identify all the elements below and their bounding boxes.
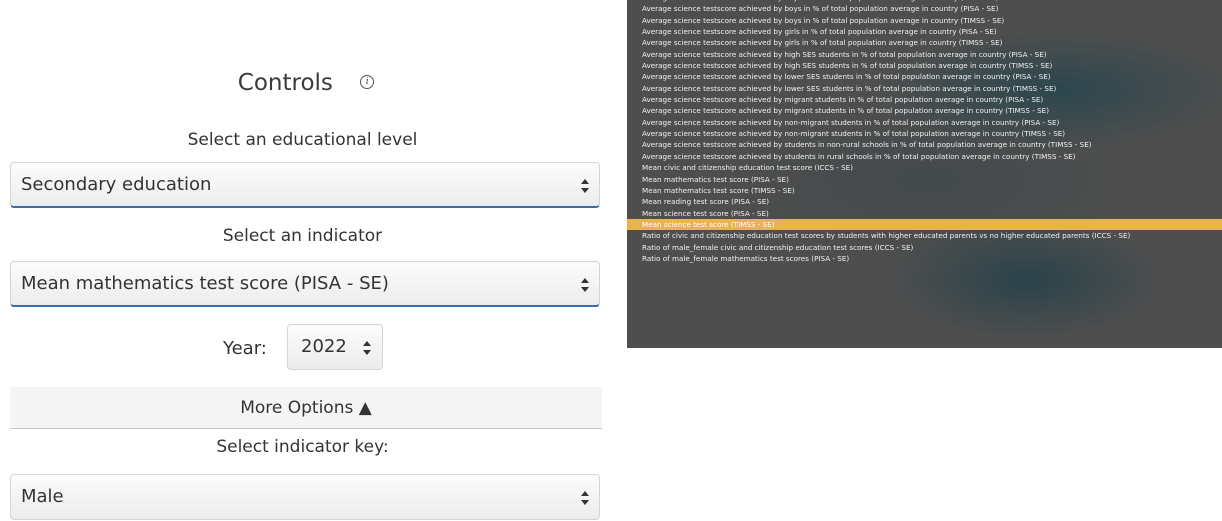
- dropdown-option[interactable]: Average science testscore achieved by bo…: [627, 15, 1222, 26]
- dropdown-option[interactable]: Average science testscore achieved by gi…: [627, 26, 1222, 37]
- select-arrows-icon: [581, 278, 591, 292]
- dropdown-option[interactable]: Average science testscore achieved by st…: [627, 151, 1222, 162]
- controls-panel: Controls i Select an educational level S…: [0, 0, 612, 521]
- info-icon[interactable]: i: [360, 74, 375, 89]
- dropdown-option[interactable]: Average science testscore achieved by mi…: [627, 105, 1222, 116]
- controls-title: Controls: [237, 70, 333, 96]
- dropdown-option[interactable]: Ratio of male_female mathematics test sc…: [627, 253, 1222, 264]
- indicator-select[interactable]: Mean mathematics test score (PISA - SE): [10, 261, 600, 307]
- select-arrows-icon: [363, 341, 373, 355]
- dropdown-option[interactable]: Average science testscore achieved by hi…: [627, 60, 1222, 71]
- dropdown-option[interactable]: Average science testscore achieved by no…: [627, 128, 1222, 139]
- dropdown-option[interactable]: Average science testscore achieved by hi…: [627, 49, 1222, 60]
- dropdown-option[interactable]: Mean mathematics test score (TIMSS - SE): [627, 185, 1222, 196]
- indicator-key-select[interactable]: Male: [10, 474, 600, 520]
- dropdown-option[interactable]: Average science testscore achieved by gi…: [627, 37, 1222, 48]
- level-select-value: Secondary education: [21, 174, 212, 195]
- dropdown-option[interactable]: Average science testscore achieved by mi…: [627, 94, 1222, 105]
- dropdown-option[interactable]: Mean science test score (PISA - SE): [627, 208, 1222, 219]
- select-arrows-icon: [581, 491, 591, 505]
- indicator-key-select-value: Male: [21, 486, 64, 507]
- indicator-key-label: Select indicator key:: [216, 437, 389, 457]
- dropdown-option[interactable]: Mean mathematics test score (PISA - SE): [627, 174, 1222, 185]
- indicator-label: Select an indicator: [222, 226, 383, 246]
- indicator-select-value: Mean mathematics test score (PISA - SE): [21, 273, 389, 294]
- indicator-dropdown-menu: Average science testscore achieved by bo…: [627, 0, 1222, 348]
- dropdown-option[interactable]: Average science testscore achieved by no…: [627, 117, 1222, 128]
- year-label: Year:: [223, 338, 267, 359]
- dropdown-option[interactable]: Average science testscore achieved by lo…: [627, 83, 1222, 94]
- dropdown-option[interactable]: Average science testscore achieved by st…: [627, 139, 1222, 150]
- year-select-value: 2022: [301, 336, 347, 357]
- dropdown-option[interactable]: Average science testscore achieved by lo…: [627, 71, 1222, 82]
- controls-heading: Controls i: [0, 70, 612, 96]
- dropdown-option-list: Average science testscore achieved by bo…: [627, 0, 1222, 264]
- dropdown-option[interactable]: Ratio of male_female civic and citizensh…: [627, 242, 1222, 253]
- select-arrows-icon: [581, 179, 591, 193]
- dropdown-option[interactable]: Mean science test score (TIMSS - SE): [627, 218, 1222, 231]
- level-select[interactable]: Secondary education: [10, 162, 600, 208]
- dropdown-option[interactable]: Mean reading test score (PISA - SE): [627, 196, 1222, 207]
- more-options-toggle[interactable]: More Options ▲: [10, 387, 602, 429]
- dropdown-option[interactable]: Average science testscore achieved by bo…: [627, 3, 1222, 14]
- dropdown-option[interactable]: Mean civic and citizenship education tes…: [627, 162, 1222, 173]
- dropdown-option[interactable]: Ratio of civic and citizenship education…: [627, 230, 1222, 241]
- level-label: Select an educational level: [187, 130, 418, 150]
- year-select[interactable]: 2022: [287, 324, 383, 370]
